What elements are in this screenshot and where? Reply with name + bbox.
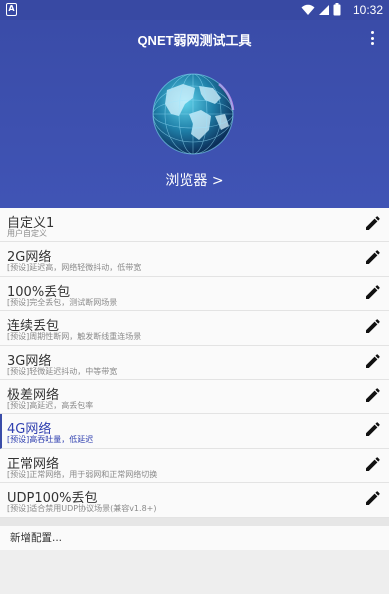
profile-description: [预设]适合禁用UDP协议场景(兼容v1.8+) bbox=[7, 504, 157, 514]
battery-icon bbox=[333, 3, 341, 16]
profile-row[interactable]: 100%丢包 [预设]完全丢包，测试断网场景 bbox=[0, 277, 389, 312]
profile-row[interactable]: 连续丢包 [预设]周期性断网，触发断线重连场景 bbox=[0, 311, 389, 346]
app-notification-icon: A bbox=[6, 3, 17, 16]
app-header: QNET弱网测试工具 浏览器 > bbox=[0, 20, 389, 208]
edit-pencil-icon[interactable] bbox=[364, 250, 380, 266]
edit-pencil-icon[interactable] bbox=[364, 422, 380, 438]
profile-description: [预设]高延迟，高丢包率 bbox=[7, 400, 94, 410]
status-time: 10:32 bbox=[352, 3, 383, 17]
edit-pencil-icon[interactable] bbox=[364, 319, 380, 335]
profile-description: [预设]周期性断网，触发断线重连场景 bbox=[7, 332, 142, 342]
status-bar: A 10:32 bbox=[0, 0, 389, 20]
edit-pencil-icon[interactable] bbox=[364, 491, 380, 507]
edit-pencil-icon[interactable] bbox=[364, 285, 380, 301]
overflow-menu-button[interactable] bbox=[367, 29, 377, 47]
wifi-icon bbox=[301, 4, 315, 15]
profile-description: [预设]完全丢包，测试断网场景 bbox=[7, 297, 118, 307]
edit-pencil-icon[interactable] bbox=[364, 353, 380, 370]
profile-row[interactable]: UDP100%丢包 [预设]适合禁用UDP协议场景(兼容v1.8+) bbox=[0, 483, 389, 518]
page-title: QNET弱网测试工具 bbox=[137, 33, 252, 48]
globe-icon[interactable] bbox=[149, 70, 237, 158]
add-config-label: 新增配置... bbox=[10, 532, 63, 544]
profile-description: [预设]高吞吐量，低延迟 bbox=[7, 435, 94, 445]
profile-description: 用户自定义 bbox=[7, 229, 47, 238]
profile-row[interactable]: 正常网络 [预设]正常网络，用于弱网和正常网络切换 bbox=[0, 449, 389, 484]
add-config-button[interactable]: 新增配置... bbox=[0, 526, 389, 550]
signal-icon bbox=[319, 4, 329, 15]
menu-dot bbox=[370, 42, 374, 45]
edit-pencil-icon[interactable] bbox=[364, 457, 380, 473]
profile-row[interactable]: 自定义1 用户自定义 bbox=[0, 208, 389, 243]
profile-description: [预设]延迟高，网络轻微抖动，低带宽 bbox=[7, 263, 142, 273]
edit-pencil-icon[interactable] bbox=[364, 216, 380, 232]
system-icons bbox=[301, 3, 341, 16]
profile-row[interactable]: 4G网络 [预设]高吞吐量，低延迟 bbox=[0, 414, 389, 449]
profile-row[interactable]: 3G网络 [预设]轻微延迟抖动，中等带宽 bbox=[0, 346, 389, 380]
section-divider bbox=[0, 518, 389, 526]
menu-dot bbox=[370, 36, 374, 40]
profile-description: [预设]轻微延迟抖动，中等带宽 bbox=[7, 366, 118, 376]
menu-dot bbox=[370, 31, 374, 34]
profile-list: 自定义1 用户自定义 2G网络 [预设]延迟高，网络轻微抖动，低带宽 100%丢包 [预设… bbox=[0, 208, 389, 518]
browser-link[interactable]: 浏览器 > bbox=[0, 170, 389, 190]
profile-row[interactable]: 极差网络 [预设]高延迟，高丢包率 bbox=[0, 380, 389, 415]
profile-description: [预设]正常网络，用于弱网和正常网络切换 bbox=[7, 469, 158, 479]
edit-pencil-icon[interactable] bbox=[364, 388, 380, 404]
profile-row[interactable]: 2G网络 [预设]延迟高，网络轻微抖动，低带宽 bbox=[0, 242, 389, 277]
